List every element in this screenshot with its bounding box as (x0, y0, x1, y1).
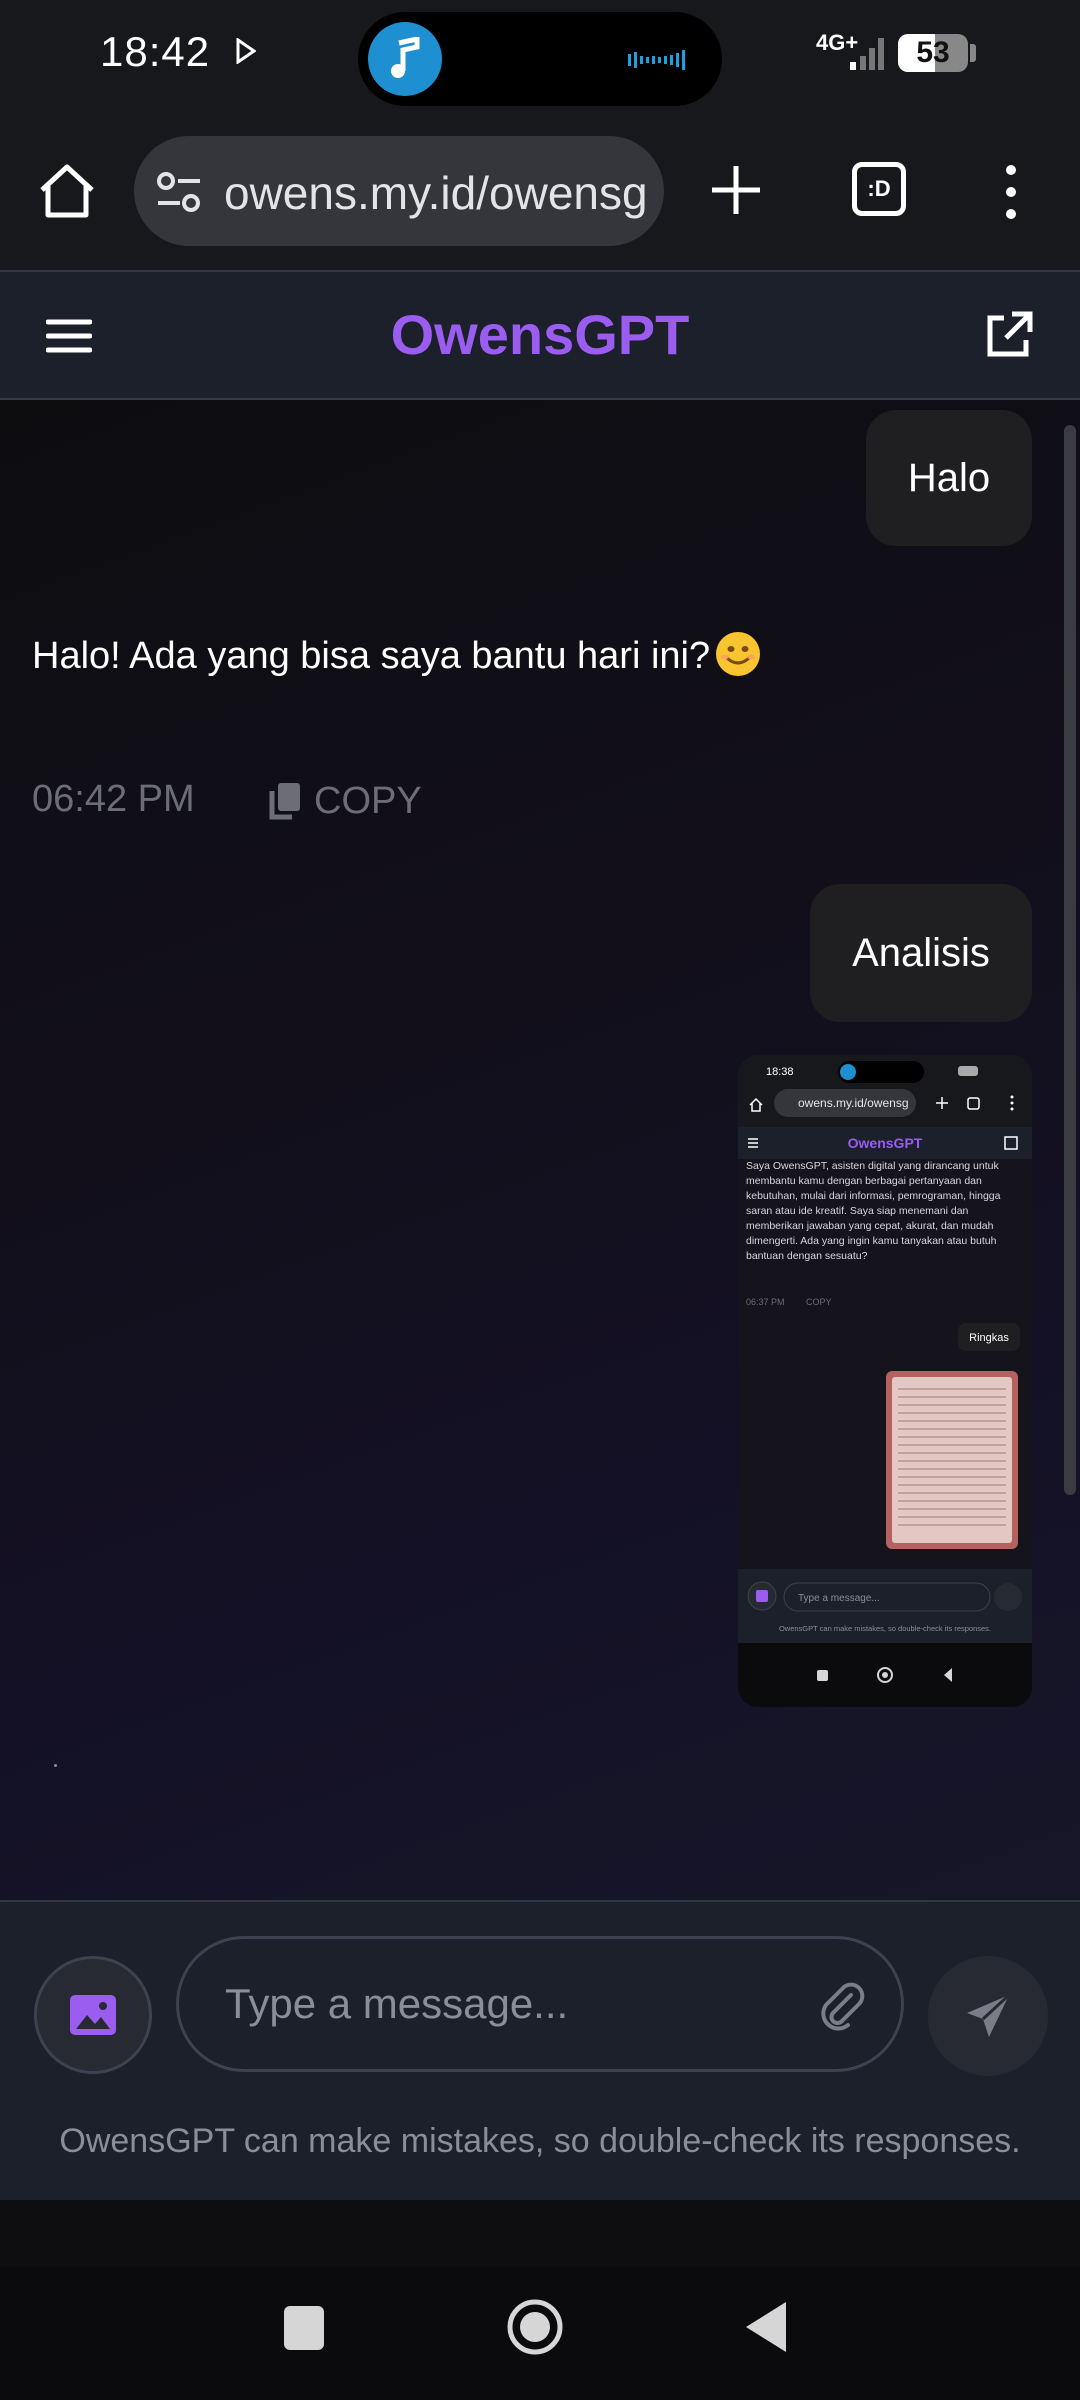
artifact-dot (54, 1764, 57, 1767)
shot-user-msg: Ringkas (969, 1332, 1009, 1344)
assistant-message-text: Halo! Ada yang bisa saya bantu hari ini? (32, 635, 711, 677)
user-message-bubble: Analisis (810, 884, 1032, 1022)
disclaimer-text: OwensGPT can make mistakes, so double-ch… (59, 2122, 1021, 2160)
user-message-text: Analisis (852, 930, 990, 975)
status-bar: 18:42 4G+ 53 (0, 0, 1080, 110)
status-time: 18:42 (100, 28, 211, 75)
shot-title: OwensGPT (848, 1135, 923, 1151)
attached-screenshot-drawing: 18:38 owens.my.id/owensg OwensGPT Saya O… (738, 1055, 1032, 1707)
app-title: OwensGPT (390, 303, 690, 366)
shot-disclaimer: OwensGPT can make mistakes, so double-ch… (779, 1624, 991, 1633)
url-text[interactable]: owens.my.id/owensg (224, 166, 654, 220)
dynamic-island (358, 12, 722, 106)
home-icon[interactable] (36, 160, 98, 222)
copy-button[interactable]: COPY (268, 778, 422, 824)
open-external-icon[interactable] (982, 310, 1034, 362)
address-bar[interactable]: owens.my.id/owensg (134, 136, 664, 246)
tab-switcher-label: :D (867, 176, 891, 201)
battery-level: 53 (916, 36, 950, 69)
music-note-icon (368, 22, 442, 96)
shot-copy: COPY (806, 1297, 832, 1307)
user-message-text: Halo (907, 455, 991, 500)
copy-label: COPY (314, 779, 422, 822)
system-navigation-bar (0, 2266, 1080, 2400)
image-icon (70, 1995, 116, 2035)
send-icon (967, 1993, 1011, 2037)
audio-wave-icon (628, 50, 685, 70)
upload-image-button[interactable] (34, 1956, 152, 2074)
app-header: OwensGPT (0, 270, 1080, 400)
home-button-icon[interactable] (506, 2298, 564, 2356)
smiling-face-emoji (716, 632, 761, 676)
chat-area[interactable]: Halo Halo! Ada yang bisa saya bantu hari… (0, 400, 1080, 1900)
recents-button[interactable] (284, 2306, 324, 2350)
more-options-icon[interactable] (996, 162, 1026, 222)
back-button-icon[interactable] (742, 2300, 788, 2354)
shot-assistant-text: Saya OwensGPT, asisten digital yang dira… (746, 1160, 1001, 1262)
new-tab-icon[interactable] (706, 160, 766, 220)
play-store-icon (236, 38, 256, 64)
message-input-wrapper[interactable] (176, 1936, 904, 2072)
copy-icon (269, 783, 300, 820)
battery-icon: 53 (898, 34, 968, 72)
send-button[interactable] (928, 1956, 1048, 2076)
shot-url: owens.my.id/owensg (798, 1096, 909, 1110)
composer: OwensGPT can make mistakes, so double-ch… (0, 1900, 1080, 2200)
tab-switcher-button[interactable]: :D (852, 162, 906, 216)
attached-screenshot-image[interactable]: 18:38 owens.my.id/owensg OwensGPT Saya O… (738, 1055, 1032, 1707)
message-timestamp: 06:42 PM (32, 778, 195, 820)
chat-scrollbar[interactable] (1064, 425, 1076, 1495)
assistant-message: Halo! Ada yang bisa saya bantu hari ini? (32, 632, 761, 678)
signal-icon (850, 38, 884, 70)
bottom-spacer (0, 2200, 1080, 2266)
paperclip-icon[interactable] (817, 1979, 865, 2031)
shot-time: 06:37 PM (746, 1297, 785, 1307)
shot-placeholder: Type a message... (798, 1593, 880, 1604)
shot-status-time: 18:38 (766, 1066, 794, 1078)
browser-toolbar: owens.my.id/owensg :D (0, 110, 1080, 270)
user-message-bubble: Halo (866, 410, 1032, 546)
site-settings-icon[interactable] (156, 170, 202, 214)
battery-tip (970, 44, 976, 62)
message-input[interactable] (225, 1969, 785, 2039)
